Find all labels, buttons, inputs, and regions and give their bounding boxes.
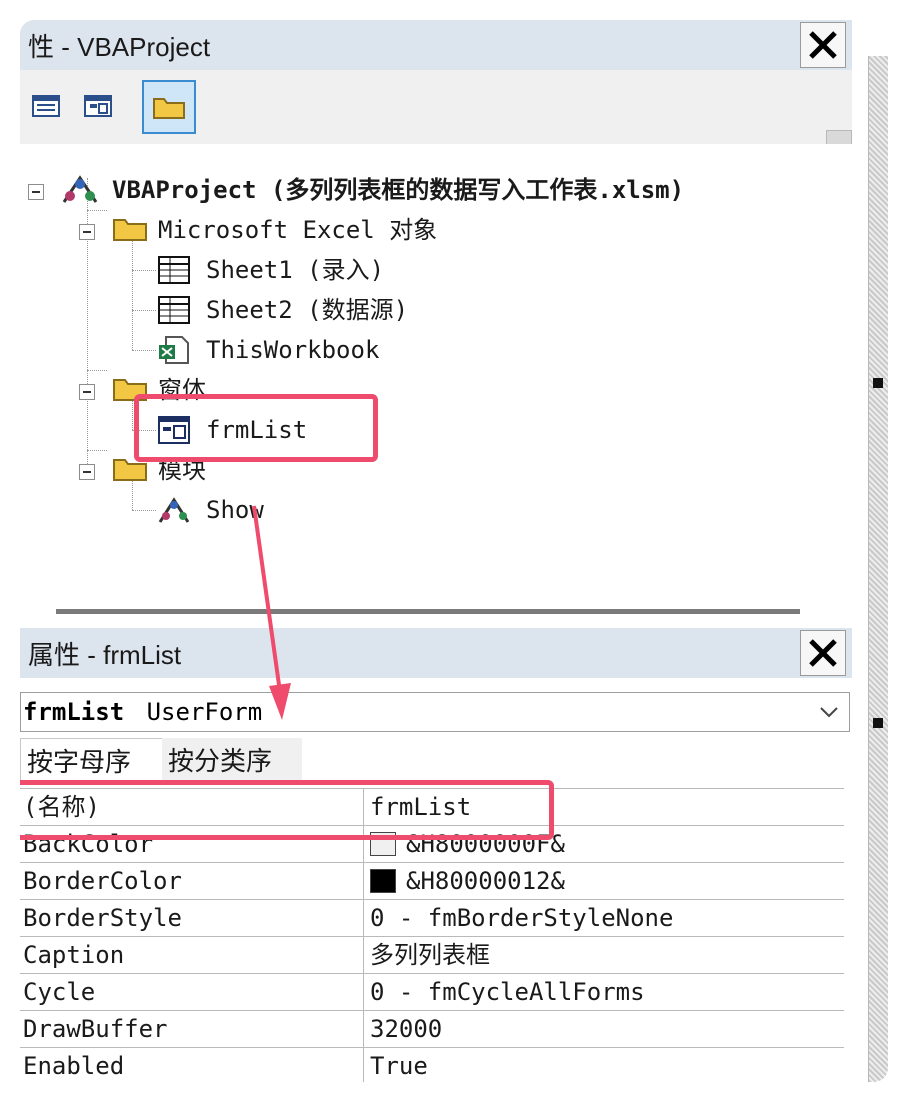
annotation-arrow xyxy=(252,505,291,720)
dock-scrollbar[interactable] xyxy=(868,56,888,1082)
scrollbar-thumb[interactable] xyxy=(873,718,883,728)
scrollbar-thumb[interactable] xyxy=(873,378,883,388)
vbe-window: 性 - VBAProject VBAProject (多列列表框的数据写入工作表… xyxy=(20,20,888,1082)
